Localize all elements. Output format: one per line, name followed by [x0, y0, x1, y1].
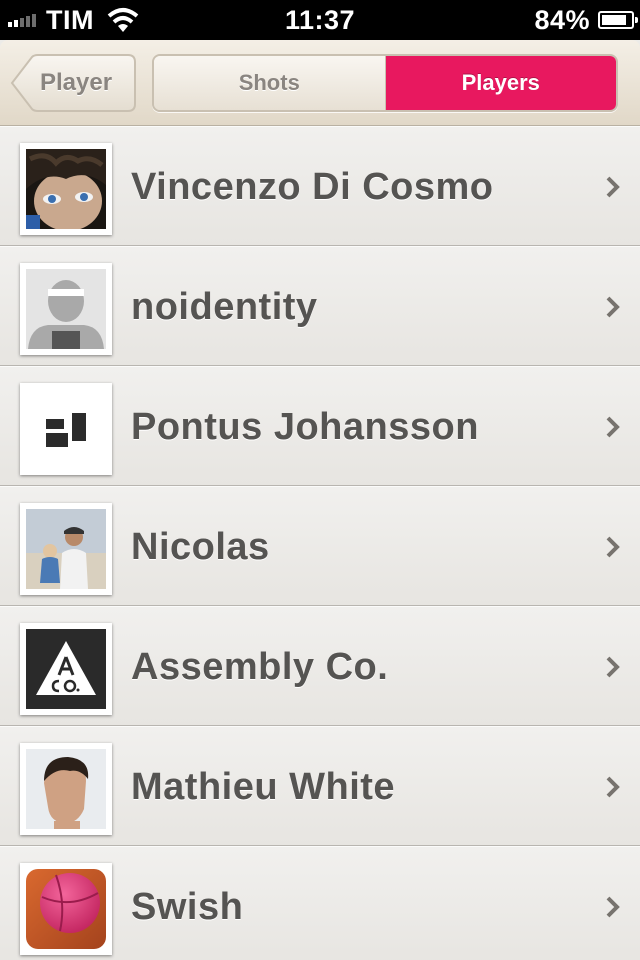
- chevron-right-icon: [606, 176, 620, 198]
- segmented-control: Shots Players: [152, 54, 618, 112]
- battery-percentage: 84%: [534, 4, 590, 35]
- battery-icon: [598, 11, 638, 29]
- player-name: Swish: [131, 886, 244, 928]
- chevron-right-icon: [606, 896, 620, 918]
- player-name: Vincenzo Di Cosmo: [131, 166, 494, 208]
- status-bar: TIM 11:37 84%: [0, 0, 640, 40]
- portrait-photo-icon: [26, 149, 106, 229]
- beach-photo-icon: [26, 509, 106, 589]
- player-name: Pontus Johansson: [131, 406, 479, 448]
- assembly-logo-icon: [26, 629, 106, 709]
- avatar: [20, 863, 112, 955]
- segment-players[interactable]: Players: [385, 56, 616, 110]
- back-button-label: Player: [40, 69, 113, 96]
- player-name: Assembly Co.: [131, 646, 389, 688]
- players-list: Vincenzo Di Cosmo noidentity Pontus Joha…: [0, 126, 640, 960]
- avatar: [20, 143, 112, 235]
- chevron-right-icon: [606, 296, 620, 318]
- avatar: [20, 743, 112, 835]
- list-item[interactable]: Assembly Co.: [0, 606, 640, 726]
- player-name: Mathieu White: [131, 766, 396, 808]
- avatar: [20, 503, 112, 595]
- chevron-right-icon: [606, 776, 620, 798]
- list-item[interactable]: Nicolas: [0, 486, 640, 606]
- avatar: [20, 263, 112, 355]
- player-name: Nicolas: [131, 526, 270, 568]
- default-avatar-icon: [26, 269, 106, 349]
- list-item[interactable]: noidentity: [0, 246, 640, 366]
- basketball-icon: [26, 869, 106, 949]
- list-item[interactable]: Mathieu White: [0, 726, 640, 846]
- chevron-right-icon: [606, 536, 620, 558]
- profile-photo-icon: [26, 749, 106, 829]
- list-item[interactable]: Swish: [0, 846, 640, 960]
- back-button[interactable]: Player: [10, 54, 136, 112]
- chevron-right-icon: [606, 416, 620, 438]
- avatar: [20, 623, 112, 715]
- player-name: noidentity: [131, 286, 318, 328]
- segment-shots[interactable]: Shots: [154, 56, 386, 110]
- avatar: [20, 383, 112, 475]
- list-item[interactable]: Vincenzo Di Cosmo: [0, 126, 640, 246]
- chevron-right-icon: [606, 656, 620, 678]
- blocks-logo-icon: [26, 389, 106, 469]
- navigation-bar: Player Shots Players: [0, 40, 640, 126]
- list-item[interactable]: Pontus Johansson: [0, 366, 640, 486]
